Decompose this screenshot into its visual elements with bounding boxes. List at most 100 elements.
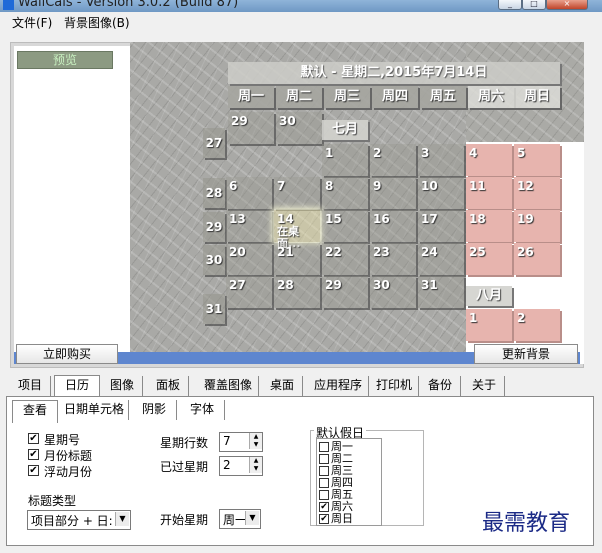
day-cell: 1 (322, 144, 368, 176)
spinner-arrows-icon[interactable]: ▲ ▼ (249, 457, 262, 473)
day-cell: 30 (276, 112, 322, 144)
menu-background-image[interactable]: 背景图像(B) (64, 14, 130, 31)
month-label: 七月 (322, 120, 368, 140)
next-month-day-cell: 1 (466, 309, 512, 341)
tab-project[interactable]: 项目 (10, 376, 51, 396)
tab-panel[interactable]: 面板 (148, 376, 189, 396)
day-cell: 28 (274, 276, 320, 308)
weekend-day-cell: 4 (466, 144, 512, 176)
next-month-label: 八月 (466, 286, 512, 306)
tab-printer[interactable]: 打印机 (370, 376, 419, 396)
tab-backup[interactable]: 备份 (420, 376, 461, 396)
tab-view[interactable]: 查看 (12, 400, 58, 423)
watermark-logo: 最需教育 (482, 511, 571, 536)
maximize-button[interactable]: □ (522, 0, 546, 10)
holiday-checkbox[interactable] (319, 442, 329, 452)
close-button[interactable]: × (546, 0, 588, 10)
month-title-checkbox[interactable]: ✔ (28, 449, 39, 460)
weekend-day-cell: 25 (466, 243, 512, 275)
app-icon (3, 0, 14, 10)
day-cell: 17 (418, 210, 464, 242)
tab-shadow[interactable]: 阴影 (132, 400, 177, 420)
day-cell: 22 (322, 243, 368, 275)
day-cell: 9 (370, 177, 416, 209)
minimize-button[interactable]: _ (498, 0, 522, 10)
day-cell: 10 (418, 177, 464, 209)
day-cell: 31 (418, 276, 464, 308)
start-week-value: 周一 (223, 513, 248, 527)
tab-about[interactable]: 关于 (464, 376, 505, 396)
update-background-button[interactable]: 更新背景 (474, 344, 578, 364)
week-number: 29 (203, 212, 225, 242)
day-cell: 27 (226, 276, 272, 308)
past-weeks-value: 2 (223, 458, 231, 472)
weekday-header: 周六 (468, 86, 514, 108)
tab-applications[interactable]: 应用程序 (308, 376, 369, 396)
calendar-title: 默认 - 星期二,2015年7月14日 (228, 62, 560, 84)
default-holidays-list: 周一 周二 周三 周四 周五 ✔ 周六 ✔ 周日 (316, 438, 382, 526)
preview-label: 预览 (17, 51, 113, 69)
day-cell: 21 (274, 243, 320, 275)
tab-date-cell[interactable]: 日期单元格 (60, 400, 129, 420)
day-cell: 29 (228, 112, 274, 144)
chevron-down-icon: ▼ (245, 511, 259, 525)
title-type-value: 项目部分 + 日: (31, 514, 113, 528)
start-week-dropdown[interactable]: 周一 ▼ (219, 509, 261, 529)
weekday-header: 周日 (514, 86, 560, 108)
holiday-checkbox[interactable]: ✔ (319, 502, 329, 512)
weekend-day-cell: 12 (514, 177, 560, 209)
week-number: 27 (203, 128, 225, 158)
buy-now-button[interactable]: 立即购买 (16, 344, 118, 364)
holiday-checkbox[interactable] (319, 490, 329, 500)
spinner-arrows-icon[interactable]: ▲ ▼ (249, 433, 262, 449)
tab-desktop[interactable]: 桌面 (262, 376, 303, 396)
calendar-sub-tabs: 查看 日期单元格 阴影 字体 (12, 400, 312, 423)
weekday-header: 周五 (420, 86, 466, 108)
day-cell: 30 (370, 276, 416, 308)
window-title: WallCals - Version 3.0.2 (Build 87) (18, 0, 239, 10)
holiday-checkbox[interactable] (319, 478, 329, 488)
weekend-day-cell: 26 (514, 243, 560, 275)
month-title-label: 月份标题 (44, 449, 93, 463)
today-cell: 14 在桌面... (274, 210, 320, 250)
day-cell: 7 (274, 177, 320, 209)
preview-panel (14, 46, 130, 364)
weekday-header: 周四 (372, 86, 418, 108)
holiday-checkbox[interactable] (319, 466, 329, 476)
week-number: 31 (203, 294, 225, 324)
day-cell: 2 (370, 144, 416, 176)
weekday-header: 周二 (276, 86, 322, 108)
day-cell: 6 (226, 177, 272, 209)
week-rows-label: 星期行数 (160, 436, 209, 450)
day-cell: 23 (370, 243, 416, 275)
day-cell: 3 (418, 144, 464, 176)
today-day-number: 14 (277, 212, 294, 226)
chevron-down-icon: ▼ (115, 512, 129, 526)
weekend-day-cell: 19 (514, 210, 560, 242)
holiday-item-label: 周日 (331, 512, 353, 525)
holiday-checkbox[interactable] (319, 454, 329, 464)
menu-bar: 文件(F) 背景图像(B) (0, 12, 602, 32)
holiday-checkbox[interactable]: ✔ (319, 514, 329, 524)
weekend-day-cell: 18 (466, 210, 512, 242)
tab-calendar[interactable]: 日历 (54, 375, 100, 398)
floating-month-label: 浮动月份 (44, 465, 93, 479)
title-type-dropdown[interactable]: 项目部分 + 日: ▼ (27, 510, 131, 530)
week-number-label: 星期号 (44, 433, 81, 447)
holiday-item[interactable]: ✔ 周日 (319, 513, 353, 525)
week-number-checkbox[interactable]: ✔ (28, 433, 39, 444)
tab-font[interactable]: 字体 (180, 400, 225, 420)
day-cell: 8 (322, 177, 368, 209)
floating-month-checkbox[interactable]: ✔ (28, 465, 39, 476)
tab-image[interactable]: 图像 (102, 376, 143, 396)
week-number: 30 (203, 245, 225, 275)
main-tabs: 项目 日历 图像 面板 覆盖图像 桌面 应用程序 打印机 备份 关于 (6, 375, 596, 398)
tab-overlay-image[interactable]: 覆盖图像 (198, 376, 259, 396)
day-cell: 20 (226, 243, 272, 275)
weekday-header: 周一 (228, 86, 274, 108)
day-cell: 13 (226, 210, 272, 242)
past-weeks-spinner[interactable]: 2 ▲ ▼ (219, 456, 263, 476)
week-rows-spinner[interactable]: 7 ▲ ▼ (219, 432, 263, 452)
day-cell: 24 (418, 243, 464, 275)
menu-file[interactable]: 文件(F) (12, 14, 52, 31)
